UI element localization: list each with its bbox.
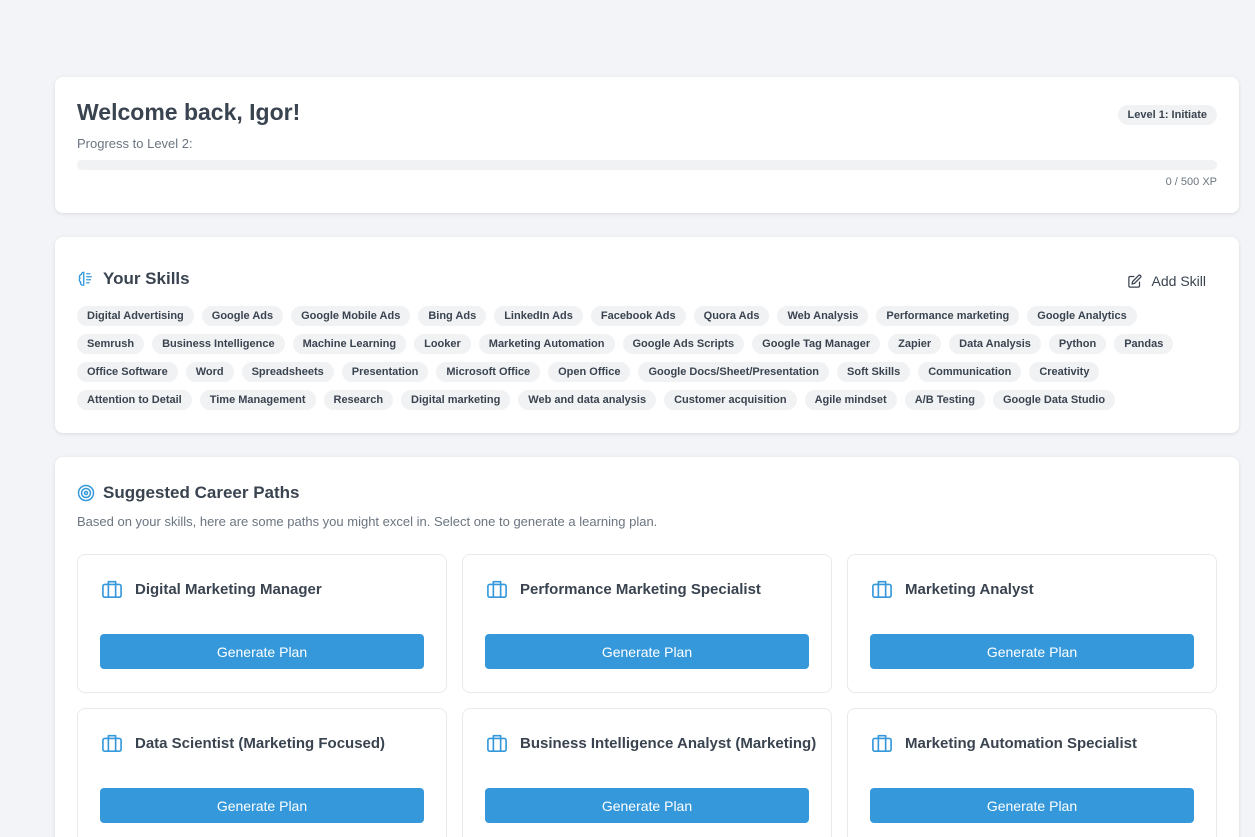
career-subtitle: Based on your skills, here are some path… xyxy=(77,514,658,529)
skill-chip: Google Tag Manager xyxy=(752,334,881,354)
skills-header: Your Skills xyxy=(77,269,190,289)
skill-chip: Data Analysis xyxy=(949,334,1041,354)
career-path-title: Marketing Automation Specialist xyxy=(905,734,1137,752)
skill-chip: Time Management xyxy=(199,390,316,410)
skill-chip: Agile mindset xyxy=(804,390,897,410)
skill-chip: Machine Learning xyxy=(292,334,407,354)
skill-chip: Digital marketing xyxy=(401,390,511,410)
generate-plan-button[interactable]: Generate Plan xyxy=(870,788,1194,823)
skill-chip: Pandas xyxy=(1114,334,1174,354)
career-path-card: Marketing Automation Specialist Generate … xyxy=(847,708,1217,837)
skill-chip: Zapier xyxy=(888,334,942,354)
career-heading: Suggested Career Paths xyxy=(103,483,300,502)
skill-chip: Bing Ads xyxy=(418,306,487,326)
career-path-header: Performance Marketing Specialist xyxy=(486,579,761,599)
career-path-card: Marketing Analyst Generate Plan xyxy=(847,554,1217,693)
skill-chip: Word xyxy=(185,362,234,382)
welcome-title: Welcome back, Igor! xyxy=(77,99,301,125)
add-skill-button[interactable]: Add Skill xyxy=(1127,273,1206,289)
briefcase-icon xyxy=(101,579,123,599)
skill-chip: Web Analysis xyxy=(777,306,869,326)
skill-chip: Attention to Detail xyxy=(77,390,192,410)
skill-chip: A/B Testing xyxy=(904,390,985,410)
skill-chip: Research xyxy=(323,390,394,410)
skill-chip: Communication xyxy=(918,362,1022,382)
briefcase-icon xyxy=(871,733,893,753)
skill-chip: Office Software xyxy=(77,362,178,382)
progress-label: Progress to Level 2: xyxy=(77,136,193,151)
career-path-title: Digital Marketing Manager xyxy=(135,580,322,598)
skill-chip: Semrush xyxy=(77,334,145,354)
brain-icon xyxy=(77,270,95,288)
career-header: Suggested Career Paths xyxy=(77,483,300,503)
skill-chip: Google Data Studio xyxy=(992,390,1116,410)
skill-chip: Open Office xyxy=(548,362,631,382)
career-path-title: Business Intelligence Analyst (Marketing… xyxy=(520,734,817,752)
skill-chip: Spreadsheets xyxy=(241,362,334,382)
skill-chip: Digital Advertising xyxy=(77,306,194,326)
welcome-card: Welcome back, Igor! Level 1: Initiate Pr… xyxy=(55,77,1239,213)
skill-chip: Looker xyxy=(414,334,471,354)
skill-chip: Facebook Ads xyxy=(590,306,686,326)
skill-chip: Google Mobile Ads xyxy=(291,306,411,326)
skill-chip: Marketing Automation xyxy=(478,334,615,354)
career-path-header: Digital Marketing Manager xyxy=(101,579,322,599)
add-skill-label: Add Skill xyxy=(1151,273,1206,289)
briefcase-icon xyxy=(486,579,508,599)
career-path-title: Data Scientist (Marketing Focused) xyxy=(135,734,386,752)
career-path-grid: Digital Marketing Manager Generate Plan Pe… xyxy=(77,554,1217,837)
career-path-card: Digital Marketing Manager Generate Plan xyxy=(77,554,447,693)
skills-heading: Your Skills xyxy=(103,269,190,288)
progress-bar xyxy=(77,160,1217,170)
career-path-card: Business Intelligence Analyst (Marketing… xyxy=(462,708,832,837)
skill-chip: Python xyxy=(1048,334,1107,354)
skill-chip: Web and data analysis xyxy=(518,390,657,410)
skill-chip: Microsoft Office xyxy=(436,362,541,382)
skill-chip: Customer acquisition xyxy=(664,390,797,410)
skill-chip: Soft Skills xyxy=(837,362,911,382)
generate-plan-button[interactable]: Generate Plan xyxy=(485,788,809,823)
generate-plan-button[interactable]: Generate Plan xyxy=(870,634,1194,669)
career-path-title: Marketing Analyst xyxy=(905,580,1034,598)
career-paths-card: Suggested Career Paths Based on your ski… xyxy=(55,457,1239,837)
skills-list: Digital Advertising Google Ads Google Mobi… xyxy=(77,306,1207,410)
generate-plan-button[interactable]: Generate Plan xyxy=(100,788,424,823)
career-path-header: Data Scientist (Marketing Focused) xyxy=(101,733,385,753)
generate-plan-button[interactable]: Generate Plan xyxy=(100,634,424,669)
skill-chip: Quora Ads xyxy=(693,306,770,326)
skill-chip: Google Ads Scripts xyxy=(622,334,745,354)
target-icon xyxy=(77,484,95,502)
skill-chip: Presentation xyxy=(341,362,429,382)
skill-chip: Google Analytics xyxy=(1027,306,1137,326)
career-path-header: Marketing Analyst xyxy=(871,579,1034,599)
generate-plan-button[interactable]: Generate Plan xyxy=(485,634,809,669)
skill-chip: LinkedIn Ads xyxy=(494,306,583,326)
level-badge: Level 1: Initiate xyxy=(1117,105,1217,125)
career-path-title: Performance Marketing Specialist xyxy=(520,580,761,598)
career-path-header: Marketing Automation Specialist xyxy=(871,733,1137,753)
skill-chip: Google Ads xyxy=(201,306,284,326)
edit-icon xyxy=(1127,274,1142,289)
briefcase-icon xyxy=(101,733,123,753)
skill-chip: Google Docs/Sheet/Presentation xyxy=(638,362,830,382)
xp-text: 0 / 500 XP xyxy=(1165,176,1217,188)
career-path-header: Business Intelligence Analyst (Marketing… xyxy=(486,733,816,753)
briefcase-icon xyxy=(871,579,893,599)
briefcase-icon xyxy=(486,733,508,753)
skills-card: Your Skills Add Skill Digital Advertisin… xyxy=(55,237,1239,433)
skill-chip: Business Intelligence xyxy=(152,334,285,354)
skill-chip: Creativity xyxy=(1029,362,1100,382)
skill-chip: Performance marketing xyxy=(876,306,1020,326)
career-path-card: Data Scientist (Marketing Focused) Genera… xyxy=(77,708,447,837)
career-path-card: Performance Marketing Specialist Generate… xyxy=(462,554,832,693)
